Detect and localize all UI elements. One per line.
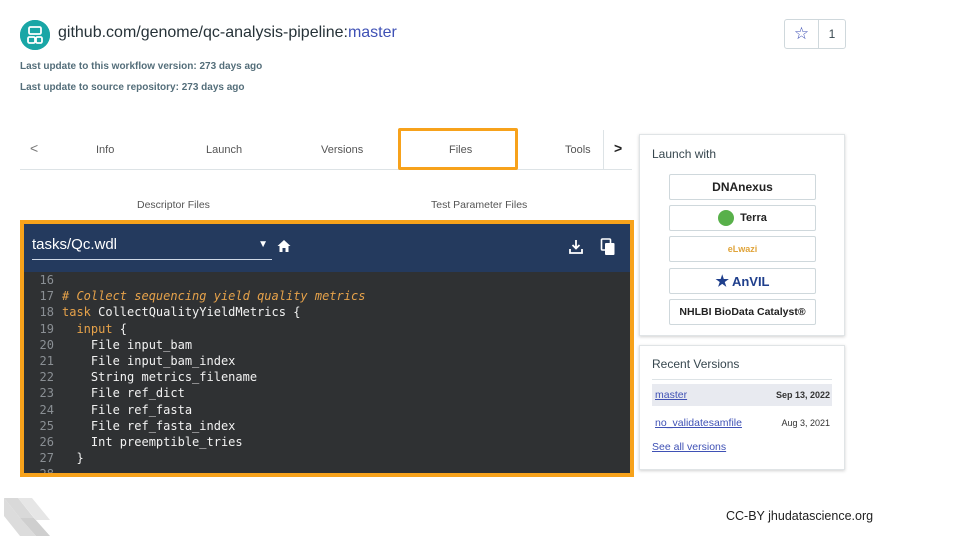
anvil-star-icon: ★ bbox=[715, 273, 729, 290]
line-number: 16 bbox=[39, 273, 54, 287]
last-update-repo: Last update to source repository: 273 da… bbox=[20, 82, 245, 93]
file-select[interactable]: tasks/Qc.wdl ▼ bbox=[32, 236, 272, 260]
code-comment: # Collect sequencing yield quality metri… bbox=[62, 289, 366, 304]
download-icon[interactable] bbox=[568, 238, 584, 261]
subtab-test-parameter-files[interactable]: Test Parameter Files bbox=[431, 199, 527, 211]
license-text: CC-BY jhudatascience.org bbox=[726, 509, 874, 523]
code-line: 16 bbox=[24, 272, 630, 288]
launch-with-panel: Launch with DNAnexus Terra eLwazi ★ AnVIL… bbox=[639, 134, 845, 336]
repo-path: github.com/genome/qc-analysis-pipeline: bbox=[58, 24, 348, 41]
terra-label: Terra bbox=[740, 212, 767, 224]
tab-launch[interactable]: Launch bbox=[206, 144, 242, 156]
code-text: File input_bam bbox=[62, 337, 193, 352]
code-line: 24 File ref_fasta bbox=[24, 402, 630, 418]
version-row[interactable]: no_validatesamfile Aug 3, 2021 bbox=[652, 412, 832, 434]
launch-biodata-catalyst-button[interactable]: NHLBI BioData Catalyst® bbox=[669, 299, 816, 325]
star-count: 1 bbox=[828, 27, 836, 41]
code-rest: CollectQualityYieldMetrics { bbox=[90, 305, 301, 320]
tab-tools[interactable]: Tools bbox=[565, 144, 591, 156]
line-number: 26 bbox=[39, 434, 54, 449]
recent-versions-title: Recent Versions bbox=[652, 357, 740, 371]
tab-divider bbox=[603, 130, 604, 170]
divider bbox=[652, 379, 832, 380]
code-text: File ref_fasta_index bbox=[62, 418, 236, 433]
code-rest: { bbox=[112, 321, 128, 336]
line-number: 25 bbox=[39, 418, 54, 433]
tab-scroll-right-icon[interactable]: > bbox=[614, 140, 622, 156]
star-button[interactable]: ☆ bbox=[785, 20, 819, 48]
code-line: 22 String metrics_filename bbox=[24, 369, 630, 385]
dockstore-logo bbox=[20, 20, 50, 50]
files-tab-highlight bbox=[398, 128, 518, 170]
subtab-descriptor-files[interactable]: Descriptor Files bbox=[137, 199, 210, 211]
code-text: } bbox=[62, 451, 84, 466]
branch-name[interactable]: master bbox=[348, 24, 397, 41]
line-number: 22 bbox=[39, 370, 54, 385]
launch-with-title: Launch with bbox=[652, 147, 717, 161]
chevron-down-icon: ▼ bbox=[258, 239, 268, 250]
code-line: 19 input { bbox=[24, 321, 630, 337]
line-number: 28 bbox=[39, 467, 54, 477]
page-title: github.com/genome/qc-analysis-pipeline:m… bbox=[58, 24, 397, 42]
elwazi-label: eLwazi bbox=[727, 244, 758, 254]
file-select-value: tasks/Qc.wdl bbox=[32, 236, 118, 253]
recent-versions-panel: Recent Versions master Sep 13, 2022 no_v… bbox=[639, 345, 845, 470]
terra-icon bbox=[718, 210, 735, 226]
see-all-versions-link[interactable]: See all versions bbox=[652, 441, 726, 453]
code-content: 16 17 # Collect sequencing yield quality … bbox=[24, 272, 630, 477]
copy-icon[interactable] bbox=[600, 238, 616, 261]
biodata-catalyst-label: NHLBI BioData Catalyst® bbox=[679, 306, 806, 318]
code-line: 26 Int preemptible_tries bbox=[24, 434, 630, 450]
code-line: 21 File input_bam_index bbox=[24, 353, 630, 369]
code-keyword: task bbox=[62, 305, 91, 320]
code-text: Int preemptible_tries bbox=[62, 434, 243, 449]
star-widget: ☆ 1 bbox=[784, 19, 846, 49]
code-viewer-toolbar: tasks/Qc.wdl ▼ bbox=[24, 224, 630, 272]
dnanexus-label: DNAnexus bbox=[712, 180, 773, 194]
launch-elwazi-button[interactable]: eLwazi bbox=[669, 236, 816, 262]
anvil-label: AnVIL bbox=[731, 273, 770, 289]
code-text: input { bbox=[62, 321, 127, 337]
star-icon: ☆ bbox=[793, 24, 810, 43]
version-date: Aug 3, 2021 bbox=[781, 418, 830, 428]
code-line: 27 } bbox=[24, 450, 630, 466]
code-text: task CollectQualityYieldMetrics { bbox=[62, 304, 300, 320]
tab-bar: < Info Launch Versions Files Tools > bbox=[20, 130, 632, 170]
code-keyword: input bbox=[62, 321, 113, 336]
code-line: 20 File input_bam bbox=[24, 337, 630, 353]
line-number: 27 bbox=[39, 451, 54, 466]
line-number: 20 bbox=[39, 337, 54, 352]
launch-terra-button[interactable]: Terra bbox=[669, 205, 816, 231]
line-number: 18 bbox=[39, 305, 54, 320]
last-update-version: Last update to this workflow version: 27… bbox=[20, 61, 263, 72]
version-date: Sep 13, 2022 bbox=[775, 390, 830, 400]
launch-anvil-button[interactable]: ★ AnVIL bbox=[669, 268, 816, 294]
code-text: File ref_dict bbox=[62, 386, 185, 401]
line-number: 21 bbox=[39, 353, 54, 368]
code-line: 23 File ref_dict bbox=[24, 385, 630, 401]
version-link[interactable]: master bbox=[655, 389, 687, 401]
tab-scroll-left-icon[interactable]: < bbox=[30, 140, 38, 156]
code-text: File ref_fasta bbox=[62, 402, 193, 417]
tab-info[interactable]: Info bbox=[96, 144, 114, 156]
tab-versions[interactable]: Versions bbox=[321, 144, 363, 156]
code-line: 25 File ref_fasta_index bbox=[24, 418, 630, 434]
version-row[interactable]: master Sep 13, 2022 bbox=[652, 384, 832, 406]
corner-logo-icon bbox=[4, 496, 52, 540]
line-number: 24 bbox=[39, 402, 54, 417]
line-number: 23 bbox=[39, 386, 54, 401]
code-text: String metrics_filename bbox=[62, 370, 258, 385]
code-viewer: tasks/Qc.wdl ▼ 16 17 # Collect sequencing… bbox=[20, 220, 634, 477]
line-number: 17 bbox=[39, 289, 54, 304]
line-number: 19 bbox=[39, 321, 54, 336]
code-line: 18 task CollectQualityYieldMetrics { bbox=[24, 304, 630, 320]
code-line: 17 # Collect sequencing yield quality met… bbox=[24, 288, 630, 304]
code-text: File input_bam_index bbox=[62, 353, 236, 368]
launch-dnanexus-button[interactable]: DNAnexus bbox=[669, 174, 816, 200]
code-line: 28 bbox=[24, 466, 630, 477]
home-icon[interactable] bbox=[276, 238, 292, 259]
version-link[interactable]: no_validatesamfile bbox=[655, 417, 742, 429]
